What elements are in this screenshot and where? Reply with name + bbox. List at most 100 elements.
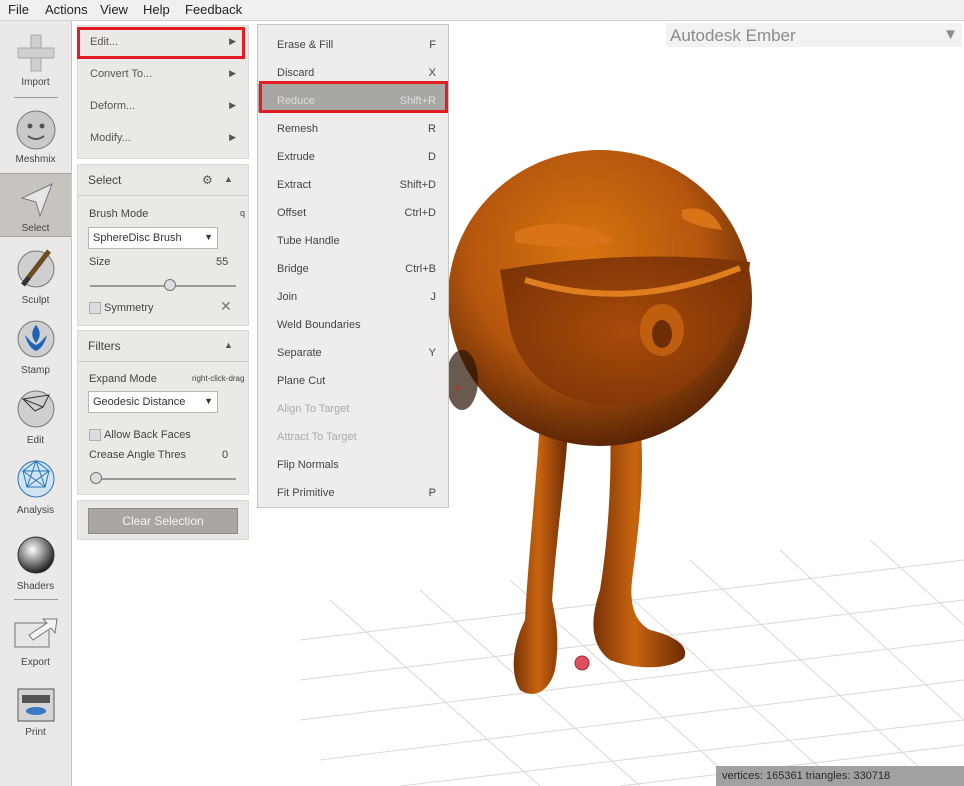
crease-angle-label: Crease Angle Thres [89, 449, 187, 461]
submenu-item-erase-fill[interactable]: Erase & Fill F [258, 28, 448, 56]
submenu-item-tube-handle[interactable]: Tube Handle [258, 224, 448, 252]
expand-mode-hint: right-click-drag [192, 374, 245, 383]
tool-shaders-label: Shaders [16, 581, 55, 592]
menu-help[interactable]: Help [143, 2, 170, 17]
brush-mode-label: Brush Mode [89, 208, 149, 220]
wireframe-sphere-icon [17, 390, 55, 428]
submenu-item-label: Separate [277, 347, 322, 359]
submenu-item-label: Discard [277, 67, 315, 79]
tool-import-label: Import [21, 77, 50, 88]
highlight-edit-menu [77, 27, 245, 59]
menu-file[interactable]: File [8, 2, 29, 17]
size-slider-knob[interactable] [164, 279, 177, 291]
submenu-item-bridge[interactable]: Bridge Ctrl+B [258, 252, 448, 280]
filters-panel-title: Filters [88, 339, 121, 353]
menu-modify[interactable]: Modify... ▶ [78, 124, 248, 152]
expand-mode-dropdown[interactable]: Geodesic Distance ▼ [88, 391, 218, 413]
brush-mode-dropdown[interactable]: SphereDisc Brush ▼ [88, 227, 218, 249]
menu-deform-label: Deform... [90, 100, 136, 112]
submenu-item-shortcut: Ctrl+B [405, 263, 436, 275]
expand-mode-label: Expand Mode [89, 373, 157, 385]
tool-select-label: Select [21, 223, 50, 234]
tool-import[interactable]: Import [0, 27, 71, 93]
menu-actions[interactable]: Actions [45, 2, 88, 17]
submenu-item-label: Bridge [277, 263, 309, 275]
tool-palette: Import Meshmix Select Sculpt Stamp Edit … [0, 21, 72, 786]
submenu-item-shortcut: D [428, 151, 436, 163]
submenu-item-remesh[interactable]: Remesh R [258, 112, 448, 140]
gear-icon[interactable]: ⚙ [202, 173, 213, 187]
submenu-item-discard[interactable]: Discard X [258, 56, 448, 84]
arrow-cursor-icon [20, 183, 53, 218]
allow-back-faces-label: Allow Back Faces [104, 429, 191, 441]
chrome-sphere-icon [17, 536, 55, 574]
tool-analysis-label: Analysis [16, 505, 55, 516]
tool-edit[interactable]: Edit [0, 385, 71, 447]
submenu-item-shortcut: X [428, 67, 436, 79]
submenu-item-label: Fit Primitive [277, 487, 335, 499]
crease-angle-value: 0 [222, 449, 229, 461]
submenu-item-extract[interactable]: Extract Shift+D [258, 168, 448, 196]
fleur-de-lis-sphere-icon [17, 320, 55, 358]
tool-export-label: Export [21, 657, 50, 668]
chevron-right-icon: ▶ [229, 68, 236, 78]
crease-angle-slider[interactable] [90, 478, 236, 480]
symmetry-checkbox[interactable] [89, 302, 101, 314]
workspace-selector[interactable]: Autodesk Ember ▼ [666, 23, 962, 47]
submenu-item-offset[interactable]: Offset Ctrl+D [258, 196, 448, 224]
chevron-down-icon: ▼ [204, 232, 213, 242]
submenu-item-shortcut: Y [428, 347, 436, 359]
tool-edit-label: Edit [26, 435, 45, 446]
size-slider[interactable] [90, 285, 236, 287]
allow-back-faces-checkbox[interactable] [89, 429, 101, 441]
menu-convert-to-label: Convert To... [90, 68, 153, 80]
submenu-item-label: Join [277, 291, 298, 303]
filters-panel-header[interactable]: Filters ▲ [78, 331, 248, 362]
submenu-item-label: Extract [277, 179, 312, 191]
submenu-item-join[interactable]: Join J [258, 280, 448, 308]
submenu-item-shortcut: Ctrl+D [404, 207, 436, 219]
plus-icon [17, 34, 55, 72]
tool-analysis[interactable]: Analysis [0, 455, 71, 517]
character-model[interactable] [446, 150, 752, 694]
export-arrow-icon [14, 618, 58, 648]
submenu-item-fit-primitive[interactable]: Fit Primitive P [258, 476, 448, 504]
symmetry-label: Symmetry [104, 302, 154, 314]
submenu-item-extrude[interactable]: Extrude D [258, 140, 448, 168]
submenu-item-label: Offset [277, 207, 307, 219]
brush-mode-hotkey: q [240, 208, 246, 218]
menu-view[interactable]: View [100, 2, 128, 17]
submenu-item-shortcut: J [430, 291, 437, 303]
menu-modify-label: Modify... [90, 132, 131, 144]
menu-feedback[interactable]: Feedback [185, 2, 242, 17]
size-value: 55 [216, 256, 229, 268]
tool-stamp[interactable]: Stamp [0, 315, 71, 377]
tool-sculpt[interactable]: Sculpt [0, 245, 71, 307]
chevron-down-icon: ▼ [943, 26, 958, 43]
submenu-item-weld-boundaries[interactable]: Weld Boundaries [258, 308, 448, 336]
clear-selection-button[interactable]: Clear Selection [88, 508, 238, 534]
collapse-icon[interactable]: ▲ [224, 174, 233, 184]
submenu-item-flip-normals[interactable]: Flip Normals [258, 448, 448, 476]
chevron-right-icon: ▶ [229, 100, 236, 110]
submenu-item-label: Tube Handle [277, 235, 340, 247]
select-panel-title: Select [88, 173, 122, 187]
tool-shaders[interactable]: Shaders [0, 531, 71, 593]
submenu-item-plane-cut[interactable]: Plane Cut [258, 364, 448, 392]
brush-sphere-icon [17, 249, 55, 288]
submenu-item-shortcut: P [428, 487, 436, 499]
select-panel-header[interactable]: Select ⚙ ▲ [78, 165, 248, 196]
submenu-item-separate[interactable]: Separate Y [258, 336, 448, 364]
collapse-icon[interactable]: ▲ [224, 340, 233, 350]
menu-deform[interactable]: Deform... ▶ [78, 92, 248, 120]
submenu-item-shortcut: F [429, 39, 436, 51]
tool-select[interactable]: Select [0, 173, 71, 237]
menu-convert-to[interactable]: Convert To... ▶ [78, 60, 248, 88]
tool-meshmix[interactable]: Meshmix [0, 103, 71, 169]
symmetry-settings-icon[interactable]: ✕ [220, 298, 232, 315]
tool-print[interactable]: Print [0, 681, 71, 743]
crease-angle-slider-knob[interactable] [90, 472, 102, 484]
size-label: Size [89, 256, 111, 268]
tool-export[interactable]: Export [0, 611, 71, 673]
chevron-down-icon: ▼ [204, 396, 213, 406]
